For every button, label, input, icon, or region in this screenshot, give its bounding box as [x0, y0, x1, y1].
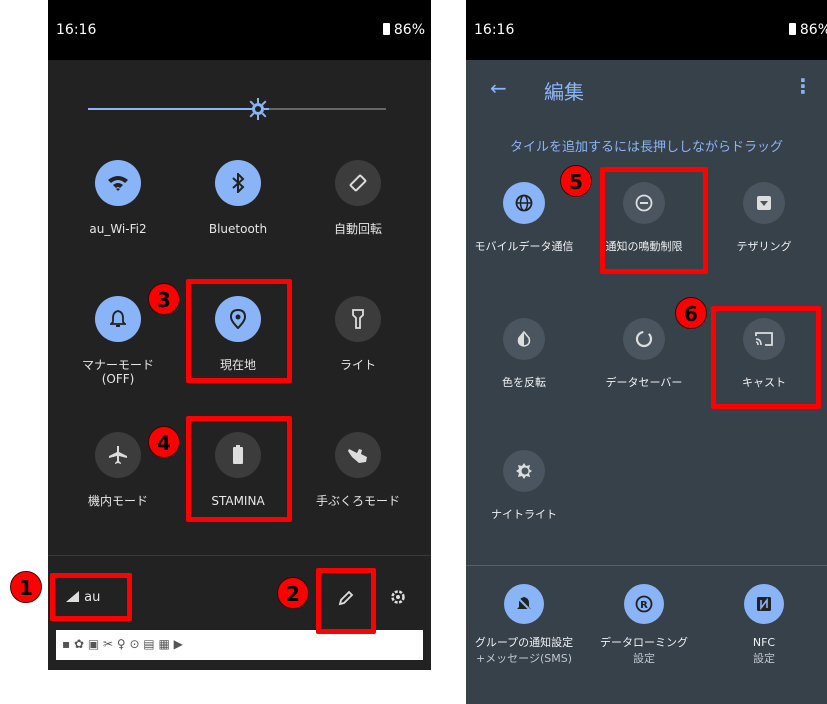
roaming-icon: R — [635, 595, 653, 613]
bluetooth-icon — [232, 173, 245, 193]
tile-data-saver[interactable]: データセーバー — [584, 318, 704, 390]
tile-label: グループの通知設定 — [474, 636, 574, 649]
tile-nfc[interactable]: NFC 設定 — [704, 584, 824, 666]
glove-icon — [348, 449, 367, 463]
tile-flashlight[interactable]: ライト — [298, 296, 418, 372]
wifi-icon — [108, 176, 128, 191]
tile-label: テザリング — [736, 240, 792, 253]
highlight-box-5 — [600, 167, 708, 274]
highlight-box-6 — [711, 306, 821, 409]
tile-tethering[interactable]: テザリング — [704, 182, 824, 254]
notification-icons: ▪ ✿ ▣ ✂ ♀ ⊙ ▤ ▦ ▶ — [62, 637, 183, 651]
notification-icon-strip: ▪ ✿ ▣ ✂ ♀ ⊙ ▤ ▦ ▶ — [56, 630, 423, 660]
flashlight-icon — [352, 309, 364, 329]
status-time: 16:16 — [474, 22, 515, 38]
brightness-fill — [88, 108, 258, 110]
battery-percent: 86% — [393, 22, 425, 38]
tile-wifi[interactable]: au_Wi-Fi2 — [58, 160, 178, 236]
drag-hint: タイルを追加するには長押ししながらドラッグ — [509, 140, 783, 155]
tile-label: ナイトライト — [491, 508, 557, 521]
tile-group-notification[interactable]: グループの通知設定 +メッセージ(SMS) — [464, 584, 584, 666]
highlight-box-2 — [316, 568, 376, 634]
tile-label: データローミング — [600, 636, 688, 649]
tile-label: マナーモード (OFF) — [81, 358, 154, 386]
mute-notification-icon — [516, 596, 532, 612]
marker-1: 1 — [10, 571, 42, 603]
status-bar: 16:16 86% — [466, 0, 827, 60]
marker-5: 5 — [560, 165, 592, 197]
tile-label: データセーバー — [605, 376, 683, 389]
status-battery: 86% — [382, 22, 425, 38]
airplane-icon — [109, 446, 127, 464]
brightness-slider[interactable] — [88, 98, 386, 120]
battery-status-icon — [788, 23, 796, 35]
battery-percent: 86% — [799, 22, 827, 38]
tile-night-light[interactable]: ナイトライト — [464, 450, 584, 522]
tile-label: 機内モード — [87, 494, 148, 508]
highlight-box-1 — [50, 573, 132, 621]
tile-glove-mode[interactable]: 手ぶくろモード — [298, 432, 418, 508]
invert-colors-icon — [517, 331, 531, 347]
brightness-icon[interactable] — [246, 98, 269, 120]
tile-label: Bluetooth — [208, 222, 268, 236]
tile-data-roaming[interactable]: R データローミング 設定 — [584, 584, 704, 666]
tile-auto-rotate[interactable]: 自動回転 — [298, 160, 418, 236]
tile-label: 手ぶくろモード — [315, 494, 400, 508]
hotspot-icon — [757, 196, 771, 210]
marker-2: 2 — [277, 577, 309, 609]
globe-icon — [515, 194, 533, 212]
bell-icon — [110, 310, 126, 327]
section-divider — [466, 565, 827, 566]
auto-rotate-icon — [349, 174, 367, 192]
tile-label: 自動回転 — [333, 222, 382, 236]
night-light-icon — [516, 463, 532, 479]
tile-label: モバイルデータ通信 — [474, 240, 574, 253]
battery-status-icon — [382, 23, 390, 35]
nfc-icon — [757, 597, 771, 611]
data-saver-icon — [635, 330, 653, 348]
back-arrow-icon[interactable]: ← — [490, 76, 507, 100]
status-time: 16:16 — [56, 22, 97, 38]
tile-sublabel: +メッセージ(SMS) — [475, 652, 573, 665]
tile-bluetooth[interactable]: Bluetooth — [178, 160, 298, 236]
settings-gear-icon[interactable] — [390, 589, 406, 605]
tile-sublabel: 設定 — [633, 652, 655, 665]
tile-invert-colors[interactable]: 色を反転 — [464, 318, 584, 390]
marker-4: 4 — [148, 426, 180, 458]
marker-3: 3 — [148, 283, 180, 315]
tile-label: NFC — [752, 636, 776, 649]
svg-text:R: R — [640, 600, 648, 611]
tile-sublabel: 設定 — [753, 652, 775, 665]
status-battery: 86% — [788, 22, 827, 38]
highlight-box-3 — [186, 279, 292, 383]
page-title: 編集 — [544, 80, 584, 104]
tile-label: 色を反転 — [502, 376, 546, 389]
tile-label: au_Wi-Fi2 — [89, 222, 147, 236]
more-options-icon[interactable]: ⋮ — [793, 74, 813, 98]
app-bar — [466, 60, 827, 116]
tile-label: ライト — [339, 358, 376, 372]
status-bar: 16:16 86% — [48, 0, 431, 60]
marker-6: 6 — [675, 297, 707, 329]
highlight-box-4 — [186, 416, 292, 522]
